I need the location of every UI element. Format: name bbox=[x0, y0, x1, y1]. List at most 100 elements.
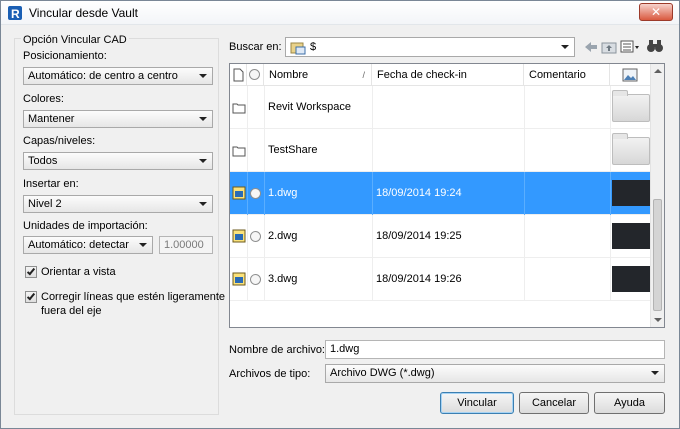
image-icon bbox=[622, 68, 638, 82]
file-row-3-dwg[interactable]: 3.dwg 18/09/2014 19:26 bbox=[230, 258, 652, 301]
radio-column-header[interactable] bbox=[247, 64, 264, 86]
folder-icon bbox=[232, 146, 246, 157]
colors-label: Colores: bbox=[23, 93, 64, 105]
svg-text:R: R bbox=[11, 7, 20, 21]
file-list-scrollbar[interactable] bbox=[650, 64, 664, 327]
dwg-thumbnail bbox=[612, 223, 650, 249]
file-name: TestShare bbox=[268, 144, 318, 156]
units-select[interactable]: Automático: detectar bbox=[23, 236, 153, 254]
chevron-down-icon bbox=[139, 243, 147, 247]
layers-value: Todos bbox=[28, 155, 58, 167]
file-list: Nombre / Fecha de check-in Comentario Re… bbox=[229, 63, 665, 328]
revit-app-icon: R bbox=[8, 6, 22, 21]
sort-indicator-icon: / bbox=[362, 70, 365, 80]
name-column-header[interactable]: Nombre / bbox=[264, 64, 372, 86]
folder-thumbnail bbox=[612, 133, 650, 165]
checkmark-icon bbox=[26, 291, 36, 301]
colors-value: Mantener bbox=[28, 113, 75, 125]
scroll-up-icon[interactable] bbox=[654, 69, 662, 73]
folder-thumbnail bbox=[612, 90, 650, 122]
file-name: 3.dwg bbox=[268, 273, 298, 285]
insert-value: Nivel 2 bbox=[28, 198, 62, 210]
orient-to-view-label: Orientar a vista bbox=[41, 266, 116, 278]
units-label: Unidades de importación: bbox=[23, 220, 148, 232]
file-name: 1.dwg bbox=[268, 187, 298, 199]
filetype-select[interactable]: Archivo DWG (*.dwg) bbox=[325, 364, 665, 383]
correct-lines-checkbox[interactable] bbox=[25, 291, 37, 303]
filename-input[interactable]: 1.dwg bbox=[325, 340, 665, 359]
filename-label: Nombre de archivo: bbox=[229, 344, 325, 356]
chevron-down-icon bbox=[651, 371, 659, 375]
dwg-thumbnail bbox=[612, 180, 650, 206]
insert-label: Insertar en: bbox=[23, 178, 79, 190]
file-list-header: Nombre / Fecha de check-in Comentario bbox=[230, 64, 652, 86]
chevron-down-icon bbox=[199, 117, 207, 121]
binoculars-icon[interactable] bbox=[646, 38, 664, 54]
file-checkin-date: 18/09/2014 19:26 bbox=[376, 273, 462, 285]
colors-select[interactable]: Mantener bbox=[23, 110, 213, 128]
chevron-down-icon bbox=[199, 159, 207, 163]
window-title: Vincular desde Vault bbox=[29, 6, 138, 20]
options-group-title: Opción Vincular CAD bbox=[21, 34, 129, 46]
file-checkin-date: 18/09/2014 19:24 bbox=[376, 187, 462, 199]
up-folder-icon[interactable] bbox=[601, 39, 617, 55]
type-column-header[interactable] bbox=[230, 64, 247, 86]
comment-column-header[interactable]: Comentario bbox=[524, 64, 610, 86]
scroll-down-icon[interactable] bbox=[654, 318, 662, 322]
cancel-button[interactable]: Cancelar bbox=[519, 392, 589, 414]
folder-icon bbox=[232, 103, 246, 114]
file-select-radio[interactable] bbox=[250, 231, 261, 242]
scroll-thumb[interactable] bbox=[653, 199, 662, 311]
orient-to-view-checkbox[interactable] bbox=[25, 266, 37, 278]
file-select-radio[interactable] bbox=[250, 188, 261, 199]
chevron-down-icon bbox=[199, 74, 207, 78]
checkin-column-label: Fecha de check-in bbox=[377, 69, 467, 81]
positioning-label: Posicionamiento: bbox=[23, 50, 107, 62]
lookin-value: $ bbox=[310, 41, 317, 53]
preview-column-header[interactable] bbox=[610, 64, 652, 86]
units-value: Automático: detectar bbox=[28, 239, 129, 251]
dwg-thumbnail bbox=[612, 266, 650, 292]
file-name: Revit Workspace bbox=[268, 101, 351, 113]
vault-folder-icon bbox=[290, 42, 306, 55]
file-row-revit-workspace[interactable]: Revit Workspace bbox=[230, 86, 652, 129]
title-bar: R Vincular desde Vault ✕ bbox=[1, 1, 679, 25]
close-icon: ✕ bbox=[650, 5, 662, 19]
correct-lines-label-line1: Corregir líneas que estén ligeramente bbox=[41, 291, 226, 303]
checkin-column-header[interactable]: Fecha de check-in bbox=[372, 64, 524, 86]
lookin-label: Buscar en: bbox=[229, 41, 282, 53]
radio-header-icon bbox=[249, 69, 260, 80]
filetype-value: Archivo DWG (*.dwg) bbox=[330, 367, 435, 379]
dwg-file-icon bbox=[232, 272, 246, 286]
close-button[interactable]: ✕ bbox=[639, 3, 673, 21]
file-row-1-dwg[interactable]: 1.dwg 18/09/2014 19:24 bbox=[230, 172, 652, 215]
file-row-2-dwg[interactable]: 2.dwg 18/09/2014 19:25 bbox=[230, 215, 652, 258]
file-name: 2.dwg bbox=[268, 230, 298, 242]
chevron-down-icon bbox=[199, 202, 207, 206]
view-menu-icon[interactable] bbox=[620, 39, 640, 55]
name-column-label: Nombre bbox=[269, 69, 309, 81]
dwg-file-icon bbox=[232, 186, 246, 200]
positioning-select[interactable]: Automático: de centro a centro bbox=[23, 67, 213, 85]
file-select-radio[interactable] bbox=[250, 274, 261, 285]
lookin-select[interactable]: $ bbox=[285, 37, 575, 57]
dwg-file-icon bbox=[232, 229, 246, 243]
layers-label: Capas/niveles: bbox=[23, 135, 96, 147]
comment-column-label: Comentario bbox=[529, 69, 586, 81]
insert-level-select[interactable]: Nivel 2 bbox=[23, 195, 213, 213]
correct-lines-label-line2: fuera del eje bbox=[41, 305, 102, 317]
layers-select[interactable]: Todos bbox=[23, 152, 213, 170]
chevron-down-icon bbox=[561, 45, 569, 49]
back-arrow-icon[interactable] bbox=[583, 39, 599, 55]
positioning-value: Automático: de centro a centro bbox=[28, 70, 178, 82]
document-icon bbox=[233, 68, 244, 82]
units-factor-input: 1.00000 bbox=[159, 236, 213, 254]
checkmark-icon bbox=[26, 266, 36, 276]
help-button[interactable]: Ayuda bbox=[594, 392, 665, 414]
filetype-label: Archivos de tipo: bbox=[229, 368, 311, 380]
file-row-testshare[interactable]: TestShare bbox=[230, 129, 652, 172]
file-checkin-date: 18/09/2014 19:25 bbox=[376, 230, 462, 242]
link-button[interactable]: Vincular bbox=[440, 392, 514, 414]
file-checkin-date bbox=[372, 86, 376, 129]
dialog-window: R Vincular desde Vault ✕ Opción Vincular… bbox=[0, 0, 680, 429]
